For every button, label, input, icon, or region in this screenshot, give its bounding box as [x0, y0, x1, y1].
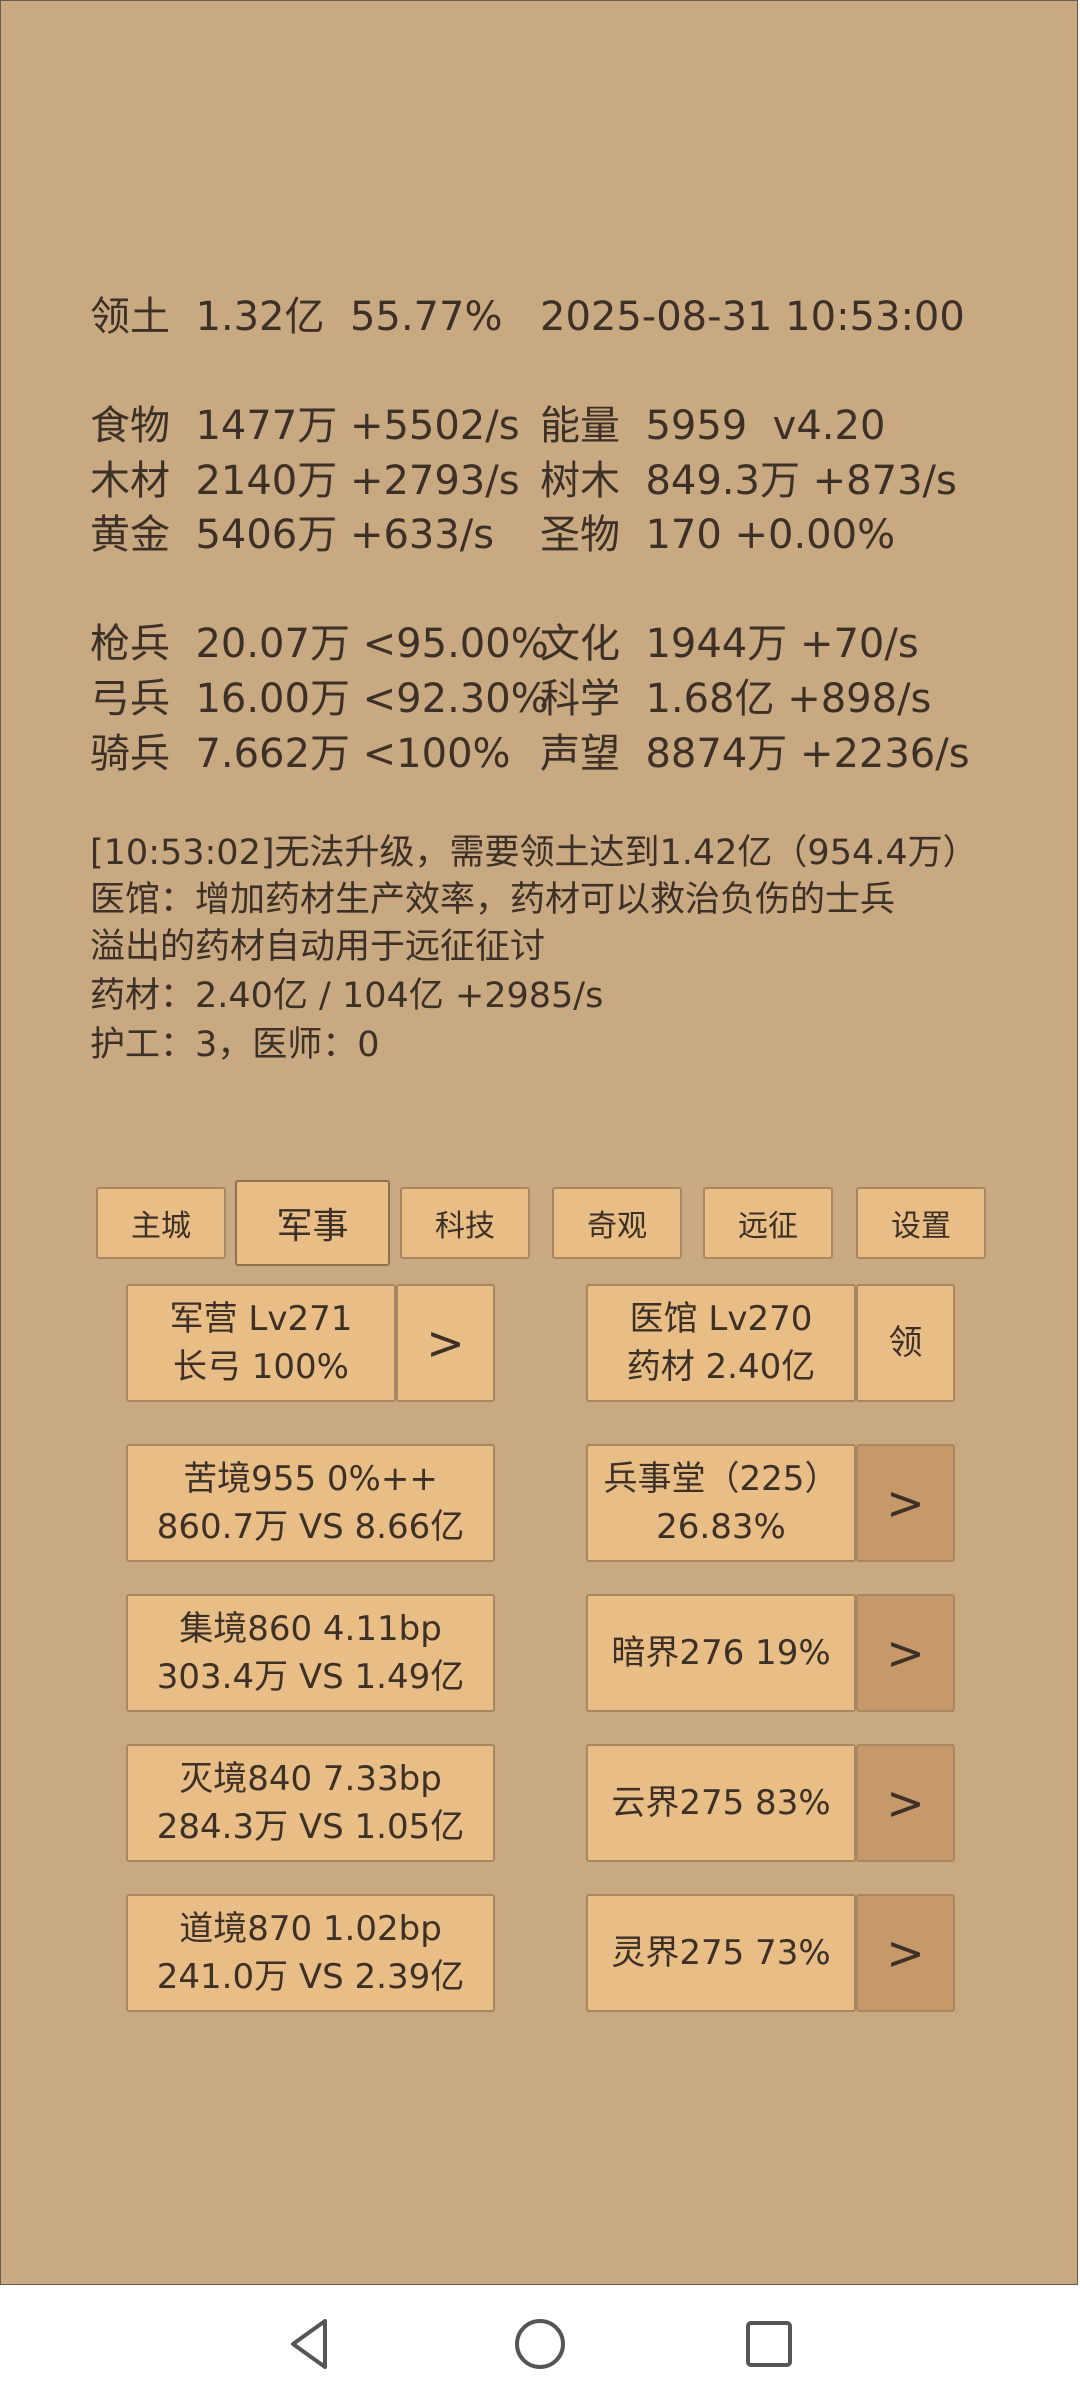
realm-power: 860.7万 VS 8.66亿 [156, 1507, 465, 1547]
realm-title: 道境870 1.02bp [179, 1909, 442, 1949]
resource-energy: 能量 5959 v4.20 [540, 402, 885, 450]
resource-value: 849.3万 +873/s [645, 458, 957, 504]
stat-label: 科学 [540, 676, 620, 722]
stat-value: 16.00万 <92.30% [195, 676, 549, 722]
barracks-level: 军营 Lv271 [169, 1299, 353, 1339]
realm-title: 集境860 4.11bp [179, 1609, 442, 1649]
territory-label: 领土 [90, 294, 170, 340]
territory-line: 领土 1.32亿 55.77% [90, 293, 502, 341]
stat-cavalry: 骑兵 7.662万 <100% [90, 730, 511, 778]
territory-percent: 55.77% [349, 294, 503, 340]
resource-relics: 圣物 170 +0.00% [540, 511, 895, 559]
resource-label: 树木 [540, 458, 620, 504]
stat-label: 弓兵 [90, 676, 170, 722]
realm-panel-dao[interactable]: 道境870 1.02bp 241.0万 VS 2.39亿 [126, 1894, 495, 2012]
hall-panel-military[interactable]: 兵事堂（225） 26.83% [586, 1444, 856, 1562]
datetime: 2025-08-31 10:53:00 [540, 294, 965, 340]
hall-title: 暗界276 19% [611, 1633, 831, 1673]
resource-label: 木材 [90, 458, 170, 504]
hall-title: 兵事堂（225） [603, 1459, 839, 1499]
message-line: [10:53:02]无法升级，需要领土达到1.42亿（954.4万） [90, 833, 978, 873]
realm-panel-ku[interactable]: 苦境955 0%++ 860.7万 VS 8.66亿 [126, 1444, 495, 1562]
stat-value: 1944万 +70/s [645, 621, 919, 667]
realm-title: 灭境840 7.33bp [179, 1759, 442, 1799]
spirit-realm-next-button[interactable]: > [856, 1894, 955, 2012]
stat-label: 骑兵 [90, 731, 170, 777]
hall-panel-cloud-realm[interactable]: 云界275 83% [586, 1744, 856, 1862]
resource-value: 5959 v4.20 [645, 403, 886, 449]
barracks-next-button[interactable]: > [396, 1284, 495, 1402]
tab-main-city[interactable]: 主城 [96, 1187, 226, 1259]
resource-value: 5406万 +633/s [195, 512, 495, 558]
hall-title: 灵界275 73% [611, 1933, 831, 1973]
territory-value: 1.32亿 [195, 294, 325, 340]
recents-icon[interactable] [709, 2285, 829, 2403]
tab-wonders[interactable]: 奇观 [552, 1187, 682, 1259]
tab-military[interactable]: 军事 [235, 1180, 390, 1266]
stat-value: 8874万 +2236/s [645, 731, 970, 777]
hall-title: 云界275 83% [611, 1783, 831, 1823]
realm-title: 苦境955 0%++ [183, 1459, 438, 1499]
resource-gold: 黄金 5406万 +633/s [90, 511, 494, 559]
cloud-realm-next-button[interactable]: > [856, 1744, 955, 1862]
resource-food: 食物 1477万 +5502/s [90, 402, 520, 450]
message-line: 溢出的药材自动用于远征征讨 [90, 927, 546, 967]
hospital-claim-button[interactable]: 领 [856, 1284, 955, 1402]
hall-percent: 26.83% [656, 1507, 786, 1547]
barracks-panel[interactable]: 军营 Lv271 长弓 100% [126, 1284, 396, 1402]
hall-next-button[interactable]: > [856, 1444, 955, 1562]
stat-spearmen: 枪兵 20.07万 <95.00% [90, 620, 549, 668]
back-icon[interactable] [249, 2285, 369, 2403]
tab-technology[interactable]: 科技 [400, 1187, 530, 1259]
stat-value: 20.07万 <95.00% [195, 621, 549, 667]
game-screen: 领土 1.32亿 55.77% 2025-08-31 10:53:00 食物 1… [0, 0, 1078, 2285]
resource-label: 能量 [540, 403, 620, 449]
stat-culture: 文化 1944万 +70/s [540, 620, 919, 668]
resource-value: 2140万 +2793/s [195, 458, 520, 504]
tab-settings[interactable]: 设置 [856, 1187, 986, 1259]
resource-wood: 木材 2140万 +2793/s [90, 457, 520, 505]
stat-label: 枪兵 [90, 621, 170, 667]
stat-value: 1.68亿 +898/s [645, 676, 932, 722]
hospital-medicine: 药材 2.40亿 [626, 1347, 816, 1387]
realm-power: 241.0万 VS 2.39亿 [156, 1957, 465, 1997]
tab-expedition[interactable]: 远征 [703, 1187, 833, 1259]
resource-value: 1477万 +5502/s [195, 403, 520, 449]
stat-label: 文化 [540, 621, 620, 667]
realm-power: 303.4万 VS 1.49亿 [156, 1657, 465, 1697]
resource-label: 黄金 [90, 512, 170, 558]
realm-panel-mie[interactable]: 灭境840 7.33bp 284.3万 VS 1.05亿 [126, 1744, 495, 1862]
stat-label: 声望 [540, 731, 620, 777]
stat-prestige: 声望 8874万 +2236/s [540, 730, 970, 778]
system-navigation-bar [0, 2285, 1080, 2403]
barracks-unit: 长弓 100% [172, 1347, 349, 1387]
realm-power: 284.3万 VS 1.05亿 [156, 1807, 465, 1847]
message-line: 医馆：增加药材生产效率，药材可以救治负伤的士兵 [90, 880, 896, 920]
home-icon[interactable] [480, 2285, 600, 2403]
hall-panel-dark-realm[interactable]: 暗界276 19% [586, 1594, 856, 1712]
hospital-level: 医馆 Lv270 [629, 1299, 813, 1339]
message-line: 护工：3，医师：0 [90, 1025, 380, 1065]
resource-value: 170 +0.00% [645, 512, 896, 558]
resource-label: 食物 [90, 403, 170, 449]
hospital-panel[interactable]: 医馆 Lv270 药材 2.40亿 [586, 1284, 856, 1402]
stat-science: 科学 1.68亿 +898/s [540, 675, 931, 723]
resource-label: 圣物 [540, 512, 620, 558]
realm-panel-ji[interactable]: 集境860 4.11bp 303.4万 VS 1.49亿 [126, 1594, 495, 1712]
hall-panel-spirit-realm[interactable]: 灵界275 73% [586, 1894, 856, 2012]
dark-realm-next-button[interactable]: > [856, 1594, 955, 1712]
stat-archers: 弓兵 16.00万 <92.30% [90, 675, 549, 723]
message-line: 药材：2.40亿 / 104亿 +2985/s [90, 976, 604, 1016]
stat-value: 7.662万 <100% [195, 731, 511, 777]
resource-trees: 树木 849.3万 +873/s [540, 457, 957, 505]
